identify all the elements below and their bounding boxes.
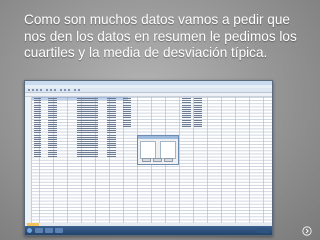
grid-text-column <box>181 97 191 191</box>
taskbar-clock <box>257 228 269 233</box>
row-number-column <box>25 97 32 223</box>
dialog-button <box>142 158 151 162</box>
grid-text-column <box>33 97 41 191</box>
start-button-icon <box>27 228 32 233</box>
selected-variable-list <box>160 141 176 159</box>
grid-text-column <box>76 97 98 191</box>
dialog-button <box>153 158 162 162</box>
grid-text-column <box>193 97 202 191</box>
taskbar-app-icon <box>35 228 43 233</box>
taskbar-app-icon <box>45 228 53 233</box>
grid-text-column <box>106 97 116 191</box>
grid-text-column <box>122 97 131 191</box>
statistics-dialog <box>137 135 179 165</box>
slide-caption: Como son muchos datos vamos a pedir que … <box>24 12 297 60</box>
dialog-button <box>164 158 173 162</box>
next-slide-arrow-icon[interactable] <box>302 226 312 236</box>
windows-taskbar <box>25 226 272 235</box>
spss-screenshot <box>24 80 273 236</box>
dialog-title-bar <box>138 136 178 139</box>
grid-text-column <box>47 97 57 191</box>
taskbar-app-icon <box>55 228 63 233</box>
variable-list <box>140 141 156 159</box>
